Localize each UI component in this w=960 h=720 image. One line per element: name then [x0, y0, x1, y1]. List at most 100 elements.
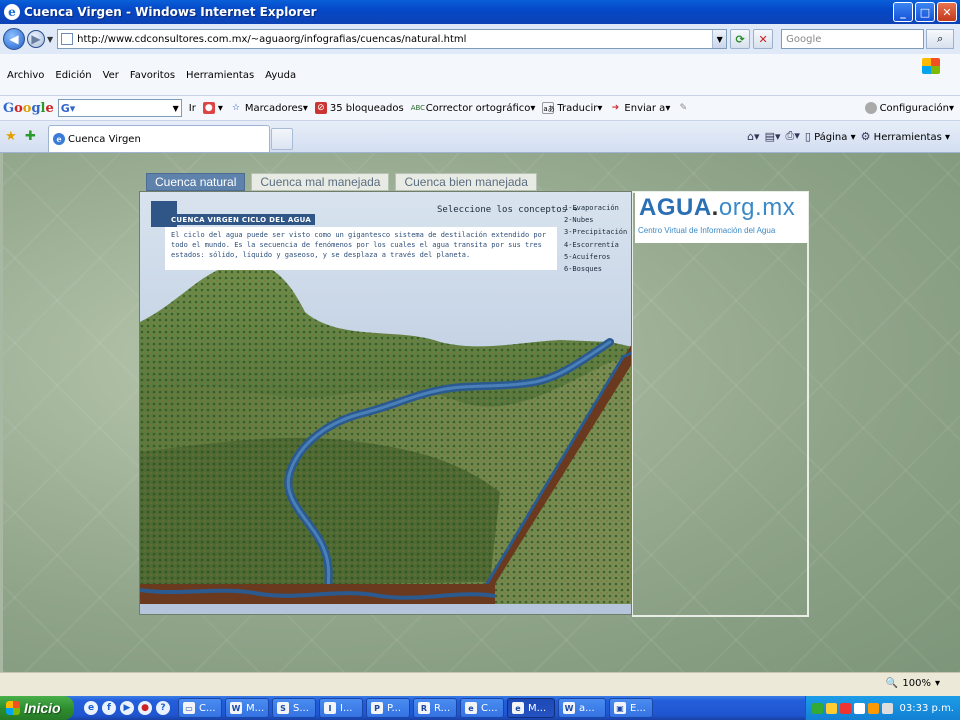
- page-menu-label: Página: [814, 131, 848, 143]
- tools-menu-button[interactable]: ⚙ Herramientas ▾: [861, 130, 950, 143]
- menu-edicion[interactable]: Edición: [55, 70, 91, 81]
- popup-blocker-icon: ⊘: [314, 102, 327, 114]
- window-controls: _ □ ✕: [893, 2, 957, 22]
- tray-security-icon[interactable]: [839, 702, 851, 714]
- tray-antivirus-icon[interactable]: [811, 702, 823, 714]
- back-button[interactable]: ◀: [3, 28, 25, 50]
- windows-flag-icon: [6, 701, 20, 715]
- close-button[interactable]: ✕: [937, 2, 957, 22]
- logo-text: AGUA.org.mx: [639, 194, 795, 222]
- tab-title: Cuenca Virgen: [68, 133, 141, 145]
- ie-quicklaunch-icon[interactable]: e: [84, 701, 98, 715]
- menu-ver[interactable]: Ver: [103, 70, 119, 81]
- taskbar-item[interactable]: I I...: [319, 698, 363, 718]
- taskbar-item[interactable]: e C...: [460, 698, 504, 718]
- zoom-control[interactable]: 🔍 100% ▾: [886, 678, 940, 689]
- taskbar-item[interactable]: e M...: [507, 698, 555, 718]
- menu-archivo[interactable]: Archivo: [7, 70, 44, 81]
- maximize-button[interactable]: □: [915, 2, 935, 22]
- help-quicklaunch-icon[interactable]: ?: [156, 701, 170, 715]
- title-bar[interactable]: e Cuenca Virgen - Windows Internet Explo…: [0, 0, 960, 24]
- concept-precipitacion[interactable]: 3-Precipitación: [564, 226, 627, 238]
- image-icon: ▣: [614, 702, 626, 714]
- taskbar-item[interactable]: ▣ E...: [609, 698, 653, 718]
- tray-messenger-icon[interactable]: [825, 702, 837, 714]
- pagerank-button[interactable]: ● ▾: [202, 102, 223, 114]
- forward-button[interactable]: ▶: [27, 30, 45, 48]
- search-input[interactable]: Google: [781, 29, 925, 49]
- send-to-button[interactable]: ➜ Enviar a ▾: [609, 102, 671, 114]
- side-panel: [632, 191, 809, 617]
- translate-label: Traducir: [557, 102, 598, 114]
- app-icon: R: [418, 702, 430, 714]
- start-button[interactable]: Inicio: [0, 696, 74, 720]
- document-icon: W: [563, 702, 575, 714]
- taskbar-item[interactable]: R R...: [413, 698, 457, 718]
- menu-ayuda[interactable]: Ayuda: [265, 70, 296, 81]
- tab-cuenca-mal-manejada[interactable]: Cuenca mal manejada: [251, 173, 390, 191]
- stop-quicklaunch-icon[interactable]: ●: [138, 701, 152, 715]
- firefox-quicklaunch-icon[interactable]: f: [102, 701, 116, 715]
- menu-favoritos[interactable]: Favoritos: [130, 70, 175, 81]
- menu-herramientas[interactable]: Herramientas: [186, 70, 254, 81]
- add-favorite-icon[interactable]: ✚: [25, 129, 36, 144]
- ie-icon: e: [465, 702, 477, 714]
- new-tab-button[interactable]: [271, 128, 293, 150]
- concept-nubes[interactable]: 2-Nubes: [564, 214, 627, 226]
- address-url[interactable]: http://www.cdconsultores.com.mx/~aguaorg…: [77, 34, 712, 45]
- internet-explorer-icon: e: [4, 4, 20, 20]
- stop-button[interactable]: ✕: [753, 29, 774, 49]
- logo-tld: org.mx: [718, 194, 796, 221]
- zoom-level: 100%: [902, 678, 931, 689]
- page-menu-button[interactable]: ▯ Página ▾: [805, 130, 856, 143]
- concept-acuiferos[interactable]: 5-Acuíferos: [564, 251, 627, 263]
- taskbar-item[interactable]: S S...: [272, 698, 316, 718]
- tray-update-icon[interactable]: [867, 702, 879, 714]
- media-quicklaunch-icon[interactable]: ▶: [120, 701, 134, 715]
- google-go-button[interactable]: Ir: [189, 103, 196, 114]
- concept-escorrentia[interactable]: 4-Escorrentía: [564, 239, 627, 251]
- popup-blocked-button[interactable]: ⊘ 35 bloqueados: [314, 102, 404, 114]
- home-icon[interactable]: ⌂▾: [747, 130, 760, 143]
- highlight-button[interactable]: ✎: [677, 102, 692, 114]
- taskbar-item[interactable]: P P...: [366, 698, 410, 718]
- google-search-input[interactable]: G▾ ▼: [57, 99, 182, 117]
- refresh-button[interactable]: ⟳: [730, 29, 751, 49]
- task-label: P...: [387, 702, 402, 714]
- bookmarks-button[interactable]: ☆ Marcadores ▾: [230, 102, 308, 114]
- star-icon: ☆: [231, 103, 240, 113]
- favorites-center-icon[interactable]: ★: [5, 129, 17, 144]
- watershed-illustration[interactable]: CUENCA VIRGEN CICLO DEL AGUA El ciclo de…: [139, 191, 632, 615]
- command-bar: ⌂▾ ▤▾ ⎙▾ ▯ Página ▾ ⚙ Herramientas ▾: [747, 129, 950, 143]
- tab-row: ★ ✚ e Cuenca Virgen ⌂▾ ▤▾ ⎙▾ ▯ Página ▾ …: [0, 121, 960, 153]
- section-tabs: Cuenca natural Cuenca mal manejada Cuenc…: [146, 173, 537, 191]
- tray-volume-icon[interactable]: [881, 702, 893, 714]
- minimize-button[interactable]: _: [893, 2, 913, 22]
- tray-network-icon[interactable]: [853, 702, 865, 714]
- zoom-dropdown-icon: ▾: [934, 678, 940, 689]
- taskbar-item[interactable]: Wa...: [558, 698, 606, 718]
- concept-evaporacion[interactable]: 1-Evaporación: [564, 202, 627, 214]
- history-dropdown-icon[interactable]: ▼: [47, 35, 53, 44]
- print-icon[interactable]: ⎙▾: [786, 129, 800, 143]
- task-label: I...: [340, 702, 353, 714]
- settings-button[interactable]: Configuración ▾: [864, 102, 954, 114]
- agua-logo[interactable]: AGUA.org.mx Centro Virtual de Informació…: [635, 192, 808, 243]
- address-dropdown-icon[interactable]: ▼: [712, 30, 727, 48]
- tab-cuenca-virgen[interactable]: e Cuenca Virgen: [48, 125, 270, 152]
- status-bar: 🔍 100% ▾: [0, 672, 960, 696]
- taskbar-item[interactable]: W M...: [225, 698, 269, 718]
- send-icon: ➜: [611, 103, 620, 113]
- taskbar-item[interactable]: ▭ C...: [178, 698, 222, 718]
- google-search-dropdown-icon[interactable]: ▼: [173, 104, 179, 113]
- tab-cuenca-natural[interactable]: Cuenca natural: [146, 173, 246, 191]
- translate-button[interactable]: aあ Traducir ▾: [542, 102, 602, 114]
- address-bar[interactable]: http://www.cdconsultores.com.mx/~aguaorg…: [57, 29, 728, 49]
- search-icon[interactable]: ⌕: [926, 29, 955, 49]
- concept-bosques[interactable]: 6-Bosques: [564, 263, 627, 275]
- feeds-icon[interactable]: ▤▾: [765, 130, 781, 143]
- tab-cuenca-bien-manejada[interactable]: Cuenca bien manejada: [395, 173, 537, 191]
- spellcheck-label: Corrector ortográfico: [425, 102, 531, 114]
- spellcheck-button[interactable]: ABC Corrector ortográfico ▾: [411, 102, 536, 114]
- task-label: M...: [528, 702, 547, 714]
